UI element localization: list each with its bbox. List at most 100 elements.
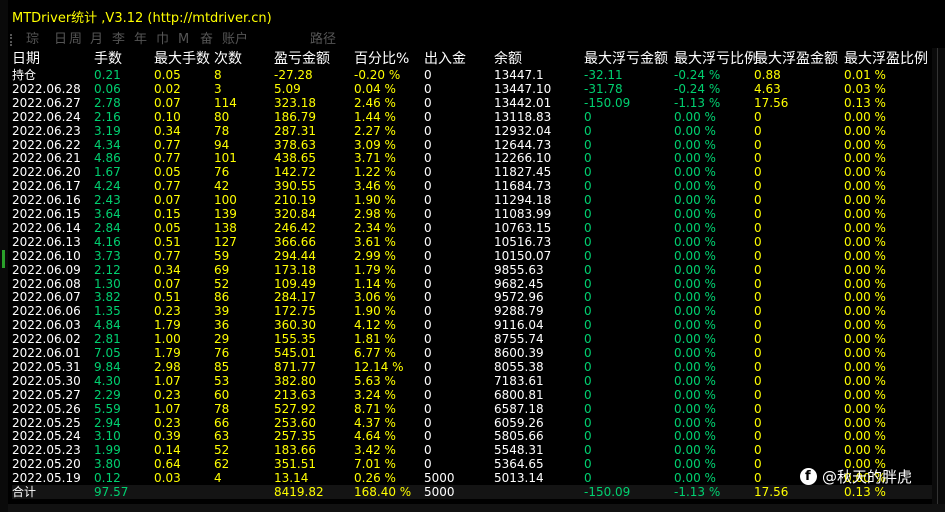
cell-pnl: 284.17	[274, 290, 316, 304]
toolbar-button-season[interactable]: 李	[112, 30, 125, 50]
cell-max-float-profit-pct: 0.00 %	[844, 124, 886, 138]
column-header[interactable]: 次数	[214, 51, 242, 67]
cell-io: 0	[424, 249, 432, 263]
cell-balance: 13442.01	[494, 96, 552, 110]
cell-pnl: 351.51	[274, 457, 316, 471]
toolbar-button-month[interactable]: 月	[90, 30, 103, 50]
cell-balance: 10763.15	[494, 221, 552, 235]
toolbar-grip[interactable]	[10, 34, 16, 46]
cell-date: 2022.06.23	[12, 124, 81, 138]
toolbar-button-m[interactable]: M	[178, 30, 189, 50]
cell-max-float-profit: 4.63	[754, 82, 781, 96]
column-header[interactable]: 最大浮亏比例	[674, 51, 758, 67]
cell-max-float-profit-pct: 0.00 %	[844, 388, 886, 402]
cell-io: 0	[424, 402, 432, 416]
table-row: 2022.06.22 4.34 0.77 94 378.63 3.09 % 0 12644.7…	[12, 138, 942, 152]
cell-max-float-loss-pct: -1.13 %	[674, 96, 721, 110]
cell-lots: 3.80	[94, 457, 121, 471]
cell-max-float-loss: 0	[584, 388, 592, 402]
cell-max-float-loss: 0	[584, 402, 592, 416]
cell-balance: 5013.14	[494, 471, 544, 485]
cell-max-float-loss-pct: 0.00 %	[674, 263, 716, 277]
table-row: 2022.06.15 3.64 0.15 139 320.84 2.98 % 0 11083.…	[12, 207, 942, 221]
cell-io: 0	[424, 263, 432, 277]
cell-pnl: 871.77	[274, 360, 316, 374]
cell-pnl: 320.84	[274, 207, 316, 221]
cell-lots: 0.12	[94, 471, 121, 485]
column-header[interactable]: 盈亏金额	[274, 51, 330, 67]
cell-date: 2022.06.02	[12, 332, 81, 346]
column-header[interactable]: 日期	[12, 51, 40, 67]
toolbar-button-day[interactable]: 日	[54, 30, 67, 50]
cell-pct: 2.46 %	[354, 96, 396, 110]
cell-count: 62	[214, 457, 230, 471]
social-logo-icon	[800, 466, 817, 488]
cell-max-float-profit: 0	[754, 290, 762, 304]
toolbar-button-path[interactable]: 路径	[310, 30, 336, 50]
cell-pct: 7.01 %	[354, 457, 396, 471]
cell-balance: 8600.39	[494, 346, 544, 360]
column-header[interactable]: 最大浮盈金额	[754, 51, 838, 67]
column-header[interactable]: 余额	[494, 51, 522, 67]
bottom-scrollbar[interactable]	[8, 504, 945, 512]
cell-lots: 3.64	[94, 207, 121, 221]
cell-count: 86	[214, 290, 230, 304]
stats-table: 日期 手数 最大手数 次数 盈亏金额 百分比% 出入金 余额 最大浮亏金额 最大浮亏比例 最大浮盈金…	[12, 51, 942, 503]
toolbar-button-account[interactable]: 账户	[222, 30, 248, 50]
cell-pnl: 142.72	[274, 165, 316, 179]
cell-count: 76	[214, 346, 230, 360]
cell-max-float-profit: 17.56	[754, 96, 789, 110]
cell-max-lots: 0.02	[154, 82, 181, 96]
column-header[interactable]: 最大手数	[154, 51, 210, 67]
cell-date: 2022.06.03	[12, 318, 81, 332]
cell-max-float-profit-pct: 0.00 %	[844, 374, 886, 388]
cell-lots: 0.21	[94, 68, 121, 82]
toolbar-button-year[interactable]: 年	[134, 30, 147, 50]
cell-lots: 2.43	[94, 193, 121, 207]
cell-date: 2022.06.24	[12, 110, 81, 124]
table-row: 2022.06.13 4.16 0.51 127 366.66 3.61 % 0 10516.…	[12, 235, 942, 249]
cell-max-lots: 0.05	[154, 221, 181, 235]
cell-io: 0	[424, 68, 432, 82]
cell-balance: 9288.79	[494, 304, 544, 318]
column-header[interactable]: 最大浮盈比例	[844, 51, 928, 67]
cell-max-float-loss-pct: 0.00 %	[674, 151, 716, 165]
cell-pnl: 246.42	[274, 221, 316, 235]
cell-pnl: 294.44	[274, 249, 316, 263]
cell-pnl: -27.28	[274, 68, 313, 82]
table-row: 2022.06.07 3.82 0.51 86 284.17 3.06 % 0 9572.96…	[12, 290, 942, 304]
cell-pct: 12.14 %	[354, 360, 404, 374]
cell-count: 39	[214, 304, 230, 318]
cell-max-lots: 0.77	[154, 151, 181, 165]
cell-max-float-profit: 0.88	[754, 68, 781, 82]
toolbar-button-0[interactable]: 琮	[26, 30, 39, 50]
cell-lots: 1.67	[94, 165, 121, 179]
column-header[interactable]: 最大浮亏金额	[584, 51, 668, 67]
cell-max-lots: 1.00	[154, 332, 181, 346]
cell-count: 85	[214, 360, 230, 374]
column-header[interactable]: 手数	[94, 51, 122, 67]
cell-max-float-loss: 0	[584, 151, 592, 165]
cell-pnl: 323.18	[274, 96, 316, 110]
cell-max-float-profit: 0	[754, 332, 762, 346]
column-header[interactable]: 出入金	[424, 51, 466, 67]
cell-max-lots: 0.51	[154, 235, 181, 249]
cell-max-float-loss-pct: 0.00 %	[674, 346, 716, 360]
cell-count: 8	[214, 68, 222, 82]
cell-io: 0	[424, 235, 432, 249]
cell-date: 2022.06.14	[12, 221, 81, 235]
table-row: 2022.05.23 1.99 0.14 52 183.66 3.42 % 0 5548.31…	[12, 443, 942, 457]
column-header[interactable]: 百分比%	[354, 51, 409, 67]
cell-io: 0	[424, 346, 432, 360]
toolbar-button-week[interactable]: 周	[69, 30, 82, 50]
cell-lots: 2.29	[94, 388, 121, 402]
cell-pnl: 527.92	[274, 402, 316, 416]
cell-date: 2022.06.20	[12, 165, 81, 179]
table-row: 2022.05.26 5.59 1.07 78 527.92 8.71 % 0 6587.18…	[12, 402, 942, 416]
right-scrollbar[interactable]	[932, 48, 945, 504]
cell-lots: 5.59	[94, 402, 121, 416]
toolbar-button-currency[interactable]: 巾	[156, 30, 169, 50]
toolbar-button-backup[interactable]: 奋	[200, 30, 213, 50]
cell-count: 3	[214, 82, 222, 96]
cell-max-float-profit: 0	[754, 360, 762, 374]
